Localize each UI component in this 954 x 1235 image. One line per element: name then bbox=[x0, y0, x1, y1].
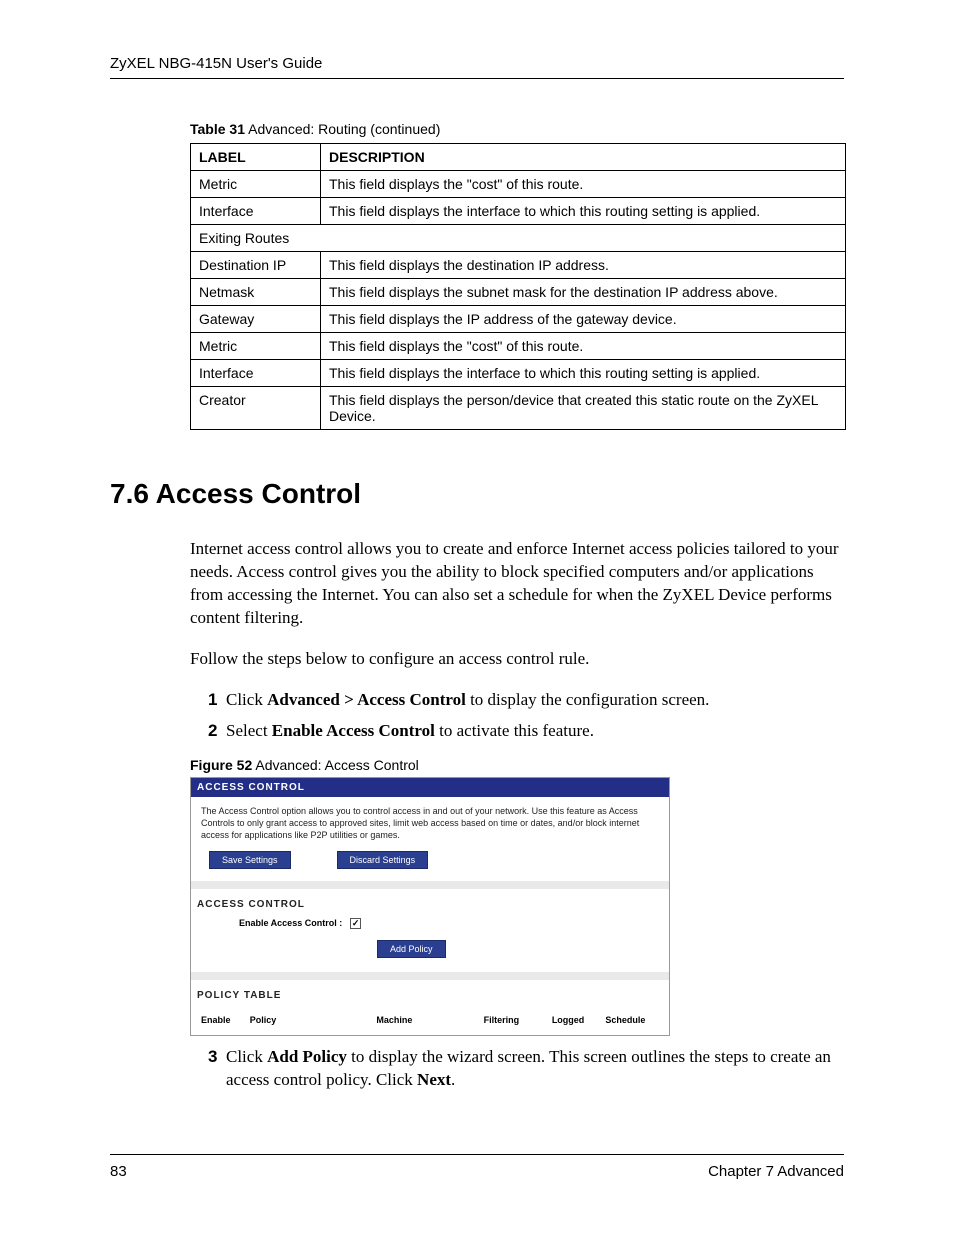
table-row: GatewayThis field displays the IP addres… bbox=[191, 306, 846, 333]
step-bold: Enable Access Control bbox=[272, 721, 435, 740]
page-header: ZyXEL NBG-415N User's Guide bbox=[110, 55, 844, 79]
step-text: . bbox=[451, 1070, 455, 1089]
table-row: Exiting Routes bbox=[191, 225, 846, 252]
chapter-label: Chapter 7 Advanced bbox=[708, 1163, 844, 1180]
panel-title: ACCESS CONTROL bbox=[191, 778, 669, 797]
panel-title: POLICY TABLE bbox=[191, 980, 669, 1009]
figure-caption: Figure 52 Advanced: Access Control bbox=[190, 757, 844, 773]
step-text: Select bbox=[226, 721, 272, 740]
table-row: Destination IPThis field displays the de… bbox=[191, 252, 846, 279]
table-row: InterfaceThis field displays the interfa… bbox=[191, 360, 846, 387]
table-row: NetmaskThis field displays the subnet ma… bbox=[191, 279, 846, 306]
cell-section: Exiting Routes bbox=[191, 225, 846, 252]
step-number: 1 bbox=[208, 689, 217, 712]
table-caption: Table 31 Advanced: Routing (continued) bbox=[190, 121, 844, 137]
enable-label: Enable Access Control : bbox=[239, 918, 342, 928]
section-heading: 7.6 Access Control bbox=[110, 478, 844, 510]
table-row: MetricThis field displays the "cost" of … bbox=[191, 171, 846, 198]
col-label: LABEL bbox=[191, 144, 321, 171]
step-item: 3 Click Add Policy to display the wizard… bbox=[208, 1046, 844, 1092]
page-number: 83 bbox=[110, 1163, 127, 1180]
col-schedule: Schedule bbox=[605, 1015, 659, 1025]
cell-desc: This field displays the IP address of th… bbox=[321, 306, 846, 333]
col-description: DESCRIPTION bbox=[321, 144, 846, 171]
steps-list: 1 Click Advanced > Access Control to dis… bbox=[208, 689, 844, 743]
save-settings-button[interactable]: Save Settings bbox=[209, 851, 291, 869]
divider bbox=[191, 881, 669, 889]
enable-checkbox[interactable]: ✓ bbox=[350, 918, 361, 929]
cell-desc: This field displays the person/device th… bbox=[321, 387, 846, 430]
cell-desc: This field displays the destination IP a… bbox=[321, 252, 846, 279]
add-policy-row: Add Policy bbox=[191, 931, 669, 972]
col-machine: Machine bbox=[376, 1015, 483, 1025]
cell-desc: This field displays the interface to whi… bbox=[321, 360, 846, 387]
cell-desc: This field displays the "cost" of this r… bbox=[321, 171, 846, 198]
cell-label: Destination IP bbox=[191, 252, 321, 279]
step-text: Click bbox=[226, 1047, 267, 1066]
step-item: 1 Click Advanced > Access Control to dis… bbox=[208, 689, 844, 712]
step-text: to activate this feature. bbox=[435, 721, 594, 740]
figure-caption-text: Advanced: Access Control bbox=[252, 757, 419, 773]
step-bold: Advanced > Access Control bbox=[267, 690, 466, 709]
body-paragraph: Follow the steps below to configure an a… bbox=[190, 648, 840, 671]
table-row: InterfaceThis field displays the interfa… bbox=[191, 198, 846, 225]
cell-label: Interface bbox=[191, 360, 321, 387]
cell-label: Metric bbox=[191, 333, 321, 360]
body-paragraph: Internet access control allows you to cr… bbox=[190, 538, 840, 630]
table-header-row: LABEL DESCRIPTION bbox=[191, 144, 846, 171]
enable-row: Enable Access Control : ✓ bbox=[191, 918, 669, 931]
button-row: Save Settings Discard Settings bbox=[191, 851, 669, 881]
panel-description: The Access Control option allows you to … bbox=[191, 797, 669, 851]
table-caption-text: Advanced: Routing (continued) bbox=[245, 121, 440, 137]
discard-settings-button[interactable]: Discard Settings bbox=[337, 851, 429, 869]
table-row: CreatorThis field displays the person/de… bbox=[191, 387, 846, 430]
col-enable: Enable bbox=[201, 1015, 250, 1025]
divider bbox=[191, 972, 669, 980]
panel-title: ACCESS CONTROL bbox=[191, 889, 669, 918]
step-item: 2 Select Enable Access Control to activa… bbox=[208, 720, 844, 743]
page-footer: 83 Chapter 7 Advanced bbox=[110, 1154, 844, 1180]
col-logged: Logged bbox=[552, 1015, 606, 1025]
col-policy: Policy bbox=[250, 1015, 377, 1025]
step-text: Click bbox=[226, 690, 267, 709]
figure-caption-label: Figure 52 bbox=[190, 757, 252, 773]
cell-label: Metric bbox=[191, 171, 321, 198]
cell-label: Creator bbox=[191, 387, 321, 430]
cell-label: Interface bbox=[191, 198, 321, 225]
table-caption-label: Table 31 bbox=[190, 121, 245, 137]
step-text: to display the configuration screen. bbox=[466, 690, 710, 709]
add-policy-button[interactable]: Add Policy bbox=[377, 940, 446, 958]
table-row: MetricThis field displays the "cost" of … bbox=[191, 333, 846, 360]
cell-label: Gateway bbox=[191, 306, 321, 333]
cell-desc: This field displays the "cost" of this r… bbox=[321, 333, 846, 360]
steps-list-continued: 3 Click Add Policy to display the wizard… bbox=[208, 1046, 844, 1092]
figure-screenshot: ACCESS CONTROL The Access Control option… bbox=[190, 777, 670, 1036]
policy-table-header: Enable Policy Machine Filtering Logged S… bbox=[191, 1009, 669, 1035]
cell-label: Netmask bbox=[191, 279, 321, 306]
cell-desc: This field displays the interface to whi… bbox=[321, 198, 846, 225]
col-filtering: Filtering bbox=[484, 1015, 552, 1025]
routing-table: LABEL DESCRIPTION MetricThis field displ… bbox=[190, 143, 846, 430]
step-bold: Next bbox=[417, 1070, 451, 1089]
cell-desc: This field displays the subnet mask for … bbox=[321, 279, 846, 306]
step-bold: Add Policy bbox=[267, 1047, 347, 1066]
step-number: 3 bbox=[208, 1046, 217, 1069]
step-number: 2 bbox=[208, 720, 217, 743]
